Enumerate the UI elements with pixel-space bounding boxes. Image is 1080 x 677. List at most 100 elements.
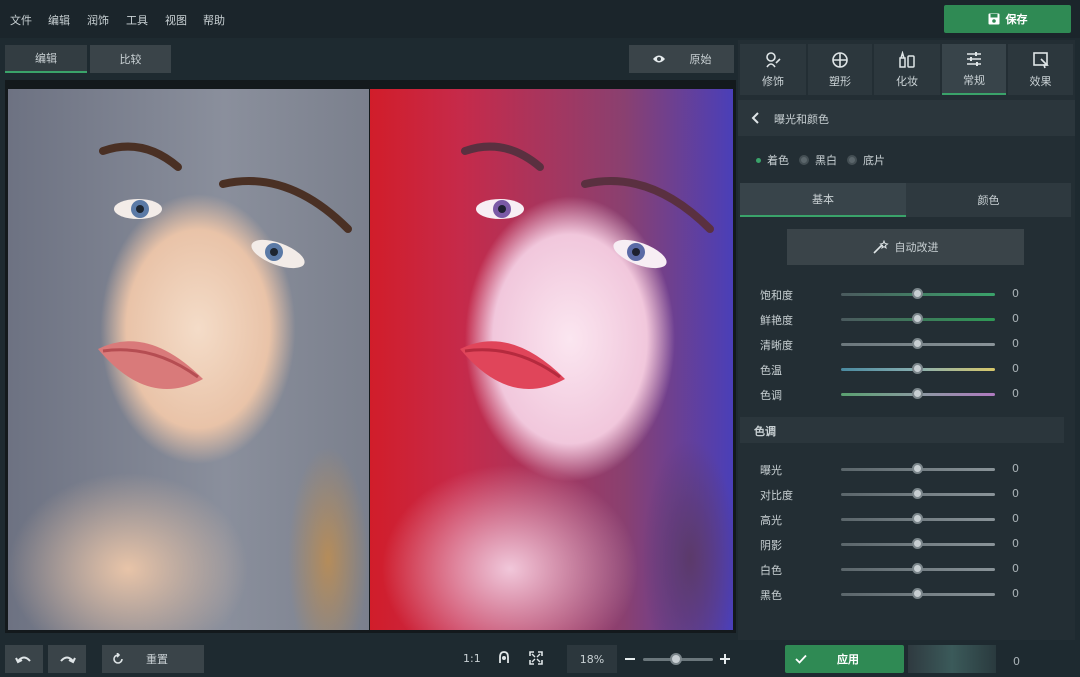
slider-label: 鲜艳度: [760, 314, 793, 327]
slider-value: 0: [1012, 487, 1019, 500]
preset-value: 0: [1013, 655, 1020, 668]
tab-effects-label: 效果: [1029, 74, 1052, 88]
reshape-icon: [832, 51, 848, 68]
tab-retouch[interactable]: 修饰: [740, 44, 806, 95]
slider-knob[interactable]: [912, 338, 923, 349]
slider-label: 阴影: [760, 539, 782, 552]
menu-help[interactable]: 帮助: [203, 12, 225, 28]
tab-makeup-label: 化妆: [896, 74, 918, 88]
apply-label: 应用: [837, 653, 859, 666]
slider-row: 对比度 0: [738, 484, 1075, 504]
zoom-value[interactable]: 18%: [567, 645, 617, 673]
photo-before: [8, 89, 369, 630]
slider-value: 0: [1012, 562, 1019, 575]
auto-enhance-label: 自动改进: [894, 241, 939, 254]
tab-general[interactable]: 常规: [942, 44, 1006, 95]
radio-bw[interactable]: 黑白: [799, 152, 837, 168]
radio-color-label: 着色: [767, 154, 789, 167]
zoom-in-icon[interactable]: [719, 653, 731, 665]
slider-knob[interactable]: [912, 288, 923, 299]
slider-label: 色调: [760, 389, 782, 402]
preset-preview[interactable]: [908, 645, 996, 673]
save-label: 保存: [1005, 13, 1028, 26]
zoom-slider-knob[interactable]: [670, 653, 682, 665]
tab-makeup[interactable]: 化妆: [874, 44, 940, 95]
subtab-basic[interactable]: 基本: [740, 183, 906, 217]
slider-label: 黑色: [760, 589, 782, 602]
redo-button[interactable]: [48, 645, 86, 673]
back-chevron-icon[interactable]: [750, 111, 760, 125]
radio-color[interactable]: 着色: [756, 152, 789, 168]
color-mode-group: 着色 黑白 底片: [756, 152, 885, 168]
zoom-out-icon[interactable]: [624, 653, 636, 665]
slider-knob[interactable]: [912, 563, 923, 574]
slider-value: 0: [1012, 587, 1019, 600]
slider-label: 清晰度: [760, 339, 793, 352]
slider-label: 曝光: [760, 464, 782, 477]
menu-tools[interactable]: 工具: [126, 12, 148, 28]
radio-circle: [799, 155, 809, 165]
ratio-one-to-one[interactable]: 1:1: [463, 652, 481, 665]
tab-effects[interactable]: 效果: [1008, 44, 1073, 95]
slider-value: 0: [1012, 512, 1019, 525]
radio-dot-selected: [756, 157, 761, 163]
eye-icon: [652, 55, 665, 63]
checkmark-icon: [795, 654, 807, 664]
zoom-label: 18%: [579, 652, 605, 666]
slider-value: 0: [1012, 337, 1019, 350]
reset-icon: [113, 653, 123, 664]
tab-general-label: 常规: [963, 73, 985, 87]
slider-value: 0: [1012, 287, 1019, 300]
slider-knob[interactable]: [912, 488, 923, 499]
subtab-color-label: 颜色: [977, 194, 1000, 207]
slider-label: 高光: [760, 514, 782, 527]
adjust-panel: 修饰 塑形 化妆 常规 效果 曝光和颜色 着色 黑白 底片 基本 颜色 自动改进…: [738, 40, 1075, 640]
slider-value: 0: [1012, 312, 1019, 325]
original-toggle[interactable]: 原始: [629, 45, 734, 73]
face-before-sketch: [98, 142, 352, 389]
slider-knob[interactable]: [912, 513, 923, 524]
slider-knob[interactable]: [912, 313, 923, 324]
photo-canvas[interactable]: [5, 80, 736, 633]
fullscreen-icon[interactable]: [529, 651, 543, 665]
menu-view[interactable]: 视图: [165, 12, 187, 28]
section-title: 曝光和颜色: [774, 113, 829, 126]
slider-row: 饱和度 0: [738, 284, 1075, 304]
slider-knob[interactable]: [912, 538, 923, 549]
original-label: 原始: [689, 53, 712, 66]
slider-row: 阴影 0: [738, 534, 1075, 554]
undo-icon: [15, 656, 31, 664]
save-button[interactable]: 保存: [944, 5, 1071, 33]
slider-row: 清晰度 0: [738, 334, 1075, 354]
face-detect-icon[interactable]: [497, 651, 511, 665]
floppy-disk-icon: [988, 13, 999, 25]
slider-knob[interactable]: [912, 588, 923, 599]
slider-label: 色温: [760, 364, 782, 377]
slider-knob[interactable]: [912, 463, 923, 474]
tab-edit[interactable]: 编辑: [5, 45, 87, 73]
tab-reshape-label: 塑形: [829, 74, 851, 88]
tab-retouch-label: 修饰: [762, 74, 784, 88]
slider-row: 色调 0: [738, 384, 1075, 404]
subtab-color[interactable]: 颜色: [906, 183, 1071, 217]
radio-circle: [847, 155, 857, 165]
makeup-icon: [899, 50, 915, 68]
slider-knob[interactable]: [912, 388, 923, 399]
menu-file[interactable]: 文件: [10, 12, 32, 28]
radio-negative-label: 底片: [863, 154, 885, 167]
slider-knob[interactable]: [912, 363, 923, 374]
slider-label: 对比度: [760, 489, 793, 502]
apply-button[interactable]: 应用: [785, 645, 904, 673]
undo-button[interactable]: [5, 645, 43, 673]
menu-bar: 文件 编辑 润饰 工具 视图 帮助 保存: [0, 0, 1080, 38]
tab-reshape[interactable]: 塑形: [808, 44, 872, 95]
redo-icon: [60, 656, 76, 664]
tab-compare[interactable]: 比较: [90, 45, 171, 73]
menu-retouch[interactable]: 润饰: [87, 12, 109, 28]
menu-edit[interactable]: 编辑: [48, 12, 70, 28]
radio-negative[interactable]: 底片: [847, 152, 885, 168]
auto-enhance-button[interactable]: 自动改进: [787, 229, 1024, 265]
reset-button[interactable]: 重置: [102, 645, 204, 673]
tone-section-header: 色调: [740, 417, 1064, 443]
section-header[interactable]: 曝光和颜色: [738, 100, 1075, 136]
